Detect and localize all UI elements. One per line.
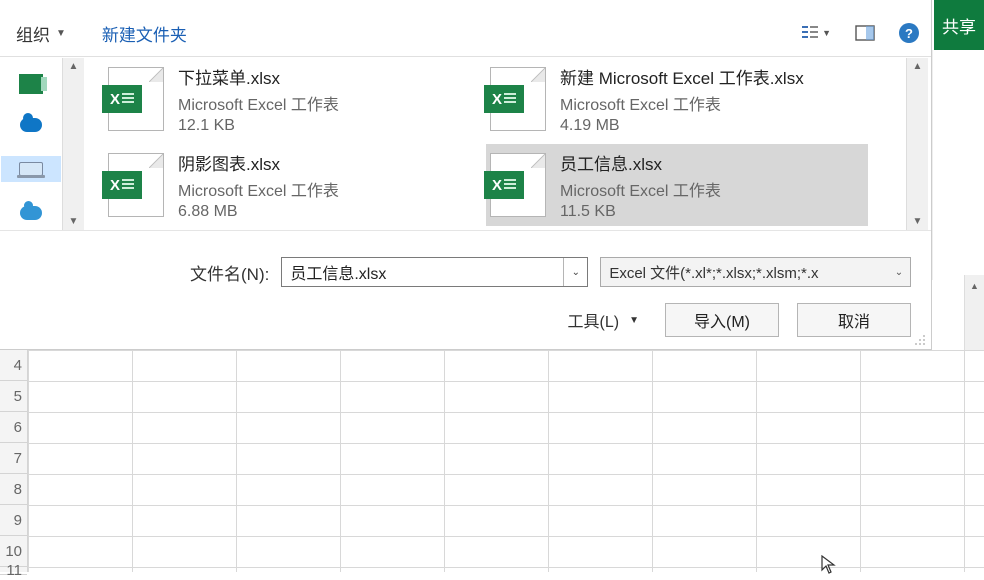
sidebar-scrollbar[interactable]: ▲ ▼: [62, 58, 84, 230]
file-list-scrollbar[interactable]: ▲ ▼: [906, 58, 928, 230]
organize-menu-button[interactable]: 组织 ▼: [16, 21, 66, 46]
file-item[interactable]: X 新建 Microsoft Excel 工作表.xlsx Microsoft …: [486, 58, 868, 140]
excel-app-icon[interactable]: [19, 74, 43, 94]
filename-row: 文件名(N): 员工信息.xlsx ⌄ Excel 文件(*.xl*;*.xls…: [190, 256, 911, 288]
row-header[interactable]: 6: [0, 412, 27, 443]
dialog-buttons: 工具(L) ▼ 导入(M) 取消: [0, 300, 911, 340]
window-gap: [932, 50, 984, 280]
tools-label: 工具(L): [568, 308, 620, 332]
spreadsheet-grid[interactable]: 4 5 6 7 8 9 10 11: [0, 350, 984, 572]
file-name: 员工信息.xlsx: [560, 150, 721, 175]
row-header[interactable]: 4: [0, 350, 27, 381]
file-name: 阴影图表.xlsx: [178, 150, 339, 175]
scroll-down-icon[interactable]: ▼: [69, 216, 79, 227]
scroll-up-icon[interactable]: ▲: [69, 61, 79, 72]
share-button[interactable]: 共享: [934, 0, 984, 50]
filter-text: Excel 文件(*.xl*;*.xlsx;*.xlsm;*.x: [601, 262, 888, 283]
file-item[interactable]: X 下拉菜单.xlsx Microsoft Excel 工作表 12.1 KB: [104, 58, 486, 140]
scroll-up-icon[interactable]: ▲: [965, 275, 984, 297]
file-type: Microsoft Excel 工作表: [560, 177, 721, 201]
xlsx-file-icon: X: [490, 67, 546, 131]
file-type: Microsoft Excel 工作表: [178, 91, 339, 115]
import-button[interactable]: 导入(M): [665, 303, 779, 337]
sheet-scrollbar[interactable]: ▲: [964, 275, 984, 355]
row-header[interactable]: 9: [0, 505, 27, 536]
chevron-down-icon: ▼: [56, 28, 66, 39]
preview-pane-button[interactable]: [855, 23, 875, 43]
row-header[interactable]: 11: [0, 567, 27, 575]
file-list: X 下拉菜单.xlsx Microsoft Excel 工作表 12.1 KB …: [90, 58, 904, 230]
cloud-icon[interactable]: [20, 206, 42, 220]
laptop-icon: [19, 162, 43, 176]
places-sidebar: ▲ ▼: [0, 58, 88, 230]
sheet-cells[interactable]: [28, 350, 984, 572]
mouse-cursor-icon: [821, 555, 837, 575]
cancel-button[interactable]: 取消: [797, 303, 911, 337]
this-pc-item[interactable]: [1, 156, 61, 182]
chevron-down-icon[interactable]: ⌄: [888, 267, 910, 278]
file-size: 12.1 KB: [178, 117, 339, 135]
new-folder-button[interactable]: 新建文件夹: [102, 21, 187, 46]
chevron-down-icon: ▼: [629, 315, 639, 326]
file-type: Microsoft Excel 工作表: [178, 177, 339, 201]
resize-grip-icon[interactable]: [913, 333, 927, 347]
list-view-icon: [800, 23, 820, 43]
file-item-selected[interactable]: X 员工信息.xlsx Microsoft Excel 工作表 11.5 KB: [486, 144, 868, 226]
xlsx-file-icon: X: [108, 153, 164, 217]
help-icon[interactable]: ?: [899, 23, 919, 43]
filename-label: 文件名(N):: [190, 260, 269, 285]
xlsx-file-icon: X: [108, 67, 164, 131]
file-size: 11.5 KB: [560, 203, 721, 221]
file-type: Microsoft Excel 工作表: [560, 91, 804, 115]
scroll-up-icon[interactable]: ▲: [913, 61, 923, 72]
chevron-down-icon[interactable]: ⌄: [563, 258, 587, 286]
row-header[interactable]: 5: [0, 381, 27, 412]
onedrive-icon[interactable]: [20, 118, 42, 132]
view-mode-button[interactable]: ▼: [800, 23, 831, 43]
chevron-down-icon: ▼: [822, 28, 831, 38]
file-name: 新建 Microsoft Excel 工作表.xlsx: [560, 64, 804, 89]
row-header[interactable]: 7: [0, 443, 27, 474]
row-header[interactable]: 8: [0, 474, 27, 505]
file-type-filter-combobox[interactable]: Excel 文件(*.xl*;*.xlsx;*.xlsm;*.x ⌄: [600, 257, 911, 287]
file-open-dialog: 组织 ▼ 新建文件夹 ▼ ?: [0, 0, 932, 350]
preview-pane-icon: [855, 23, 875, 43]
file-size: 6.88 MB: [178, 203, 339, 221]
xlsx-file-icon: X: [490, 153, 546, 217]
filename-value: 员工信息.xlsx: [282, 260, 563, 284]
tools-menu-button[interactable]: 工具(L) ▼: [568, 308, 639, 332]
file-name: 下拉菜单.xlsx: [178, 64, 339, 89]
file-item[interactable]: X 阴影图表.xlsx Microsoft Excel 工作表 6.88 MB: [104, 144, 486, 226]
filename-combobox[interactable]: 员工信息.xlsx ⌄: [281, 257, 588, 287]
toolbar-right: ▼ ?: [800, 23, 919, 43]
organize-label: 组织: [16, 21, 50, 46]
file-size: 4.19 MB: [560, 117, 804, 135]
row-headers: 4 5 6 7 8 9 10 11: [0, 350, 28, 572]
scroll-down-icon[interactable]: ▼: [913, 216, 923, 227]
dialog-toolbar: 组织 ▼ 新建文件夹 ▼ ?: [16, 18, 919, 48]
